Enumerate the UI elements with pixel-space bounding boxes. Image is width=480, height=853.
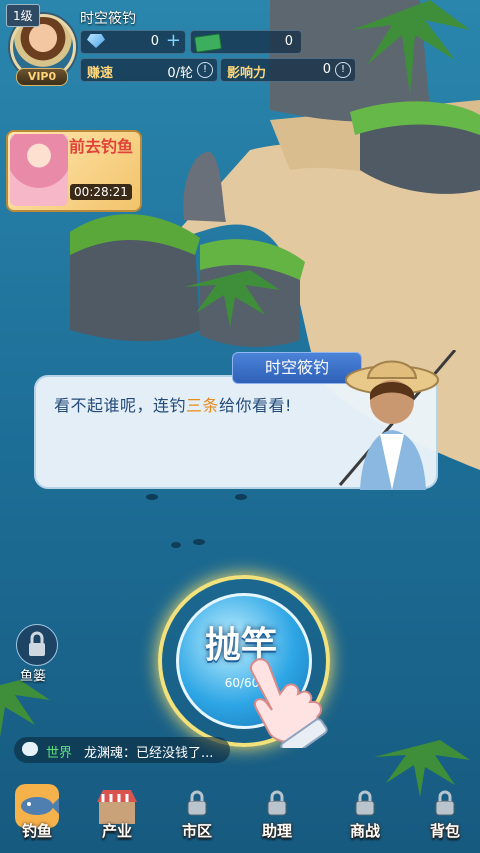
lock-icon xyxy=(435,790,455,816)
earn-info-icon[interactable]: ! xyxy=(197,62,213,78)
level-badge: 1级 xyxy=(6,4,40,27)
nav-label-industry: 产业 xyxy=(101,822,132,840)
nav-industry[interactable]: 产业 xyxy=(82,778,152,853)
chat-channel: 世界 xyxy=(46,746,73,761)
earn-speed-label: 赚速 xyxy=(87,66,114,81)
gem-value: 0 xyxy=(150,34,159,49)
fishbasket-label: 鱼篓 xyxy=(20,669,47,684)
game-scene: 1级 VIP0 时空筱钓 0 + 0 赚速 0/轮 ! 影响力 0 ! 前去钓鱼… xyxy=(0,0,480,853)
earn-speed-value: 0/轮 xyxy=(167,66,193,81)
influence-value: 0 xyxy=(322,62,331,77)
world-chat-bar[interactable]: 世界 龙渊魂：已经没钱了... xyxy=(14,737,230,763)
vip-badge[interactable]: VIP0 xyxy=(16,68,68,86)
event-character-portrait xyxy=(10,134,68,206)
add-gems-icon[interactable]: + xyxy=(166,30,181,51)
chat-message: 龙渊魂：已经没钱了... xyxy=(84,746,214,761)
nav-label-business-war: 商战 xyxy=(349,822,380,840)
event-title: 前去钓鱼 xyxy=(68,137,133,156)
lock-icon xyxy=(355,790,375,816)
lock-icon xyxy=(267,790,287,816)
dialog-text-before: 看不起谁呢，连钓 xyxy=(54,396,187,415)
influence-info-icon[interactable]: ! xyxy=(335,62,351,78)
event-timer: 00:28:21 xyxy=(70,184,132,200)
nav-backpack[interactable]: 背包 xyxy=(410,778,480,853)
tutorial-pointer-hand-icon xyxy=(249,658,328,748)
fisherman-character xyxy=(338,350,457,490)
player-avatar-panel[interactable]: 1级 VIP0 xyxy=(4,4,76,86)
dialog-text-after: 给你看看! xyxy=(219,396,292,415)
influence-label: 影响力 xyxy=(227,66,267,81)
dialog-text: 看不起谁呢，连钓三条给你看看! xyxy=(54,392,292,416)
fishbasket-button[interactable] xyxy=(16,624,58,666)
cash-icon xyxy=(194,33,222,53)
cash-value: 0 xyxy=(284,34,293,49)
nav-label-assistant: 助理 xyxy=(261,822,292,840)
nav-label-fishing: 钓鱼 xyxy=(21,822,52,840)
lock-icon xyxy=(187,790,207,816)
nav-fishing[interactable]: 钓鱼 xyxy=(2,778,72,853)
dialog-text-highlight: 三条 xyxy=(186,396,220,415)
player-name: 时空筱钓 xyxy=(80,11,136,27)
influence-bar: 影响力 0 ! xyxy=(220,58,356,82)
lock-icon xyxy=(29,631,45,656)
nav-business-war[interactable]: 商战 xyxy=(330,778,400,853)
gem-icon xyxy=(87,34,105,48)
chat-bubble-icon xyxy=(22,742,38,756)
nav-label-backpack: 背包 xyxy=(429,822,460,840)
earn-speed-bar: 赚速 0/轮 ! xyxy=(80,58,218,82)
gem-counter: 0 + xyxy=(80,30,186,54)
nav-assistant[interactable]: 助理 xyxy=(242,778,312,853)
bottom-nav: 钓鱼 产业 市区 助理 商战 背包 xyxy=(0,778,480,853)
nav-downtown[interactable]: 市区 xyxy=(162,778,232,853)
go-fishing-event-card[interactable]: 前去钓鱼 00:28:21 xyxy=(6,130,142,212)
cash-counter: 0 xyxy=(190,30,302,54)
nav-label-downtown: 市区 xyxy=(181,822,212,840)
